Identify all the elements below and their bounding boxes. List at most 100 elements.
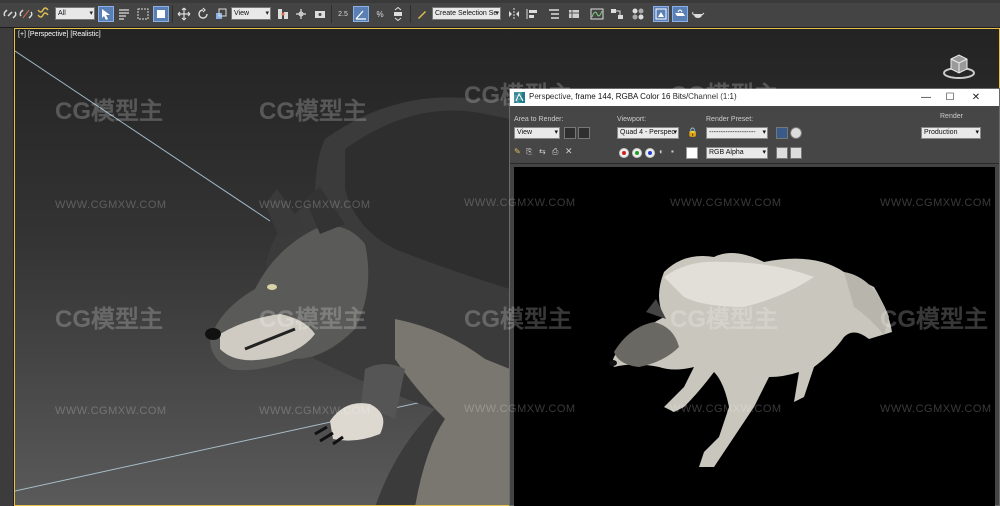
angle-snap-icon[interactable] bbox=[353, 6, 369, 22]
blue-channel-toggle[interactable] bbox=[645, 148, 655, 158]
render-preset-label: Render Preset: bbox=[706, 116, 754, 123]
lock-viewport-icon[interactable]: 🔒 bbox=[687, 127, 698, 138]
watermark-logo: CG模型主 bbox=[55, 306, 163, 333]
material-editor-icon[interactable] bbox=[630, 6, 646, 22]
watermark-logo: CG模型主 bbox=[670, 306, 778, 333]
watermark-url: WWW.CGMXW.COM bbox=[259, 405, 371, 417]
main-toolbar: All View 2.5 % Create Selection Se bbox=[0, 0, 1000, 28]
channel-display-dropdown[interactable]: RGB Alpha bbox=[706, 147, 768, 159]
render-teapot-icon[interactable] bbox=[690, 6, 706, 22]
color-swatch[interactable] bbox=[686, 147, 698, 159]
spinner-snap-icon[interactable] bbox=[390, 6, 406, 22]
curve-editor-icon[interactable] bbox=[589, 6, 605, 22]
edit-region-icon[interactable] bbox=[564, 127, 576, 139]
link-icon[interactable] bbox=[2, 6, 18, 22]
watermark-url: WWW.CGMXW.COM bbox=[259, 199, 371, 211]
render-output-canvas[interactable] bbox=[514, 167, 995, 506]
unlink-icon[interactable] bbox=[18, 6, 34, 22]
watermark-url: WWW.CGMXW.COM bbox=[464, 197, 576, 209]
auto-region-icon[interactable] bbox=[578, 127, 590, 139]
watermark-logo: CG模型主 bbox=[259, 98, 367, 125]
toggle-ui-overlay-icon[interactable] bbox=[776, 147, 788, 159]
maximize-icon[interactable]: ☐ bbox=[938, 90, 962, 105]
watermark-url: WWW.CGMXW.COM bbox=[670, 403, 782, 415]
viewport-dropdown[interactable]: Quad 4 - Perspec bbox=[617, 127, 679, 139]
watermark-logo: CG模型主 bbox=[464, 82, 572, 109]
toolbar-separator bbox=[410, 5, 411, 23]
print-image-icon[interactable]: ⎙ bbox=[552, 147, 558, 157]
select-by-name-icon[interactable] bbox=[116, 6, 132, 22]
watermark-url: WWW.CGMXW.COM bbox=[880, 197, 992, 209]
render-mode-dropdown[interactable]: Production bbox=[921, 127, 981, 139]
toggle-ui-icon[interactable] bbox=[790, 147, 802, 159]
environment-effects-icon[interactable] bbox=[790, 127, 802, 139]
rotate-icon[interactable] bbox=[195, 6, 211, 22]
named-selection-set-dropdown[interactable]: Create Selection Se bbox=[432, 7, 501, 20]
watermark-logo: CG模型主 bbox=[670, 82, 778, 109]
wolf-render-nose bbox=[609, 360, 617, 366]
toolbar-separator bbox=[172, 5, 173, 23]
viewcube[interactable] bbox=[941, 47, 977, 83]
watermark-url: WWW.CGMXW.COM bbox=[464, 403, 576, 415]
snap-label: 2.5 bbox=[338, 10, 348, 18]
watermark-logo: CG模型主 bbox=[880, 306, 988, 333]
wolf-eye bbox=[267, 284, 277, 290]
percent-snap-label: % bbox=[376, 9, 384, 19]
viewport-label[interactable]: [+] [Perspective] [Realistic] bbox=[18, 31, 101, 38]
select-manipulate-icon[interactable] bbox=[293, 6, 309, 22]
toolbar-separator bbox=[331, 5, 332, 23]
watermark-url: WWW.CGMXW.COM bbox=[670, 197, 782, 209]
render-setup-icon[interactable] bbox=[776, 127, 788, 139]
snap-toggle-button[interactable]: 2.5 bbox=[335, 6, 351, 22]
toggle-scene-explorer-icon[interactable] bbox=[546, 6, 562, 22]
render-production-icon[interactable] bbox=[672, 6, 688, 22]
viewport-view-menu[interactable]: [Perspective] bbox=[28, 31, 68, 38]
grid-line bbox=[15, 50, 271, 222]
minimize-icon[interactable]: — bbox=[914, 90, 938, 105]
save-image-icon[interactable]: ✎ bbox=[514, 147, 521, 156]
watermark-url: WWW.CGMXW.COM bbox=[55, 405, 167, 417]
select-object-icon[interactable] bbox=[98, 6, 114, 22]
align-icon[interactable] bbox=[524, 6, 540, 22]
bind-spacewarp-icon[interactable] bbox=[35, 6, 51, 22]
scale-icon[interactable] bbox=[213, 6, 229, 22]
render-button[interactable]: Render bbox=[940, 113, 963, 120]
clone-window-icon[interactable]: ⇆ bbox=[539, 147, 546, 156]
keyboard-shortcut-icon[interactable] bbox=[312, 6, 328, 22]
mono-toggle-icon[interactable]: ▪ bbox=[671, 147, 674, 156]
area-to-render-label: Area to Render: bbox=[514, 116, 564, 123]
viewport-shading-menu[interactable]: [Realistic] bbox=[70, 31, 100, 38]
viewport-label-text: Viewport: bbox=[617, 116, 647, 123]
pivot-center-icon[interactable] bbox=[275, 6, 291, 22]
rendered-frame-window[interactable]: Perspective, frame 144, RGBA Color 16 Bi… bbox=[464, 82, 1000, 506]
rendered-wolf-image bbox=[609, 253, 892, 467]
watermark-url: WWW.CGMXW.COM bbox=[55, 199, 167, 211]
green-channel-toggle[interactable] bbox=[632, 148, 642, 158]
window-crossing-icon[interactable] bbox=[153, 6, 169, 22]
clear-icon[interactable]: ✕ bbox=[565, 146, 573, 157]
layer-explorer-icon[interactable] bbox=[566, 6, 582, 22]
selection-filter-dropdown[interactable]: All bbox=[55, 7, 95, 20]
area-to-render-dropdown[interactable]: View bbox=[514, 127, 560, 139]
render-preset-dropdown[interactable]: -------------------- bbox=[706, 127, 768, 139]
watermark-logo: CG模型主 bbox=[464, 306, 572, 333]
rendered-frame-window-icon[interactable] bbox=[653, 6, 669, 22]
watermark-url: WWW.CGMXW.COM bbox=[880, 403, 992, 415]
mirror-icon[interactable] bbox=[506, 6, 522, 22]
close-icon[interactable]: ✕ bbox=[964, 90, 988, 105]
move-icon[interactable] bbox=[176, 6, 192, 22]
left-dock-strip bbox=[0, 28, 14, 506]
alpha-toggle-icon[interactable]: ◐ bbox=[659, 147, 664, 156]
rectangular-selection-icon[interactable] bbox=[135, 6, 151, 22]
percent-snap-button[interactable]: % bbox=[372, 6, 388, 22]
render-window-controls: Area to Render: View Viewport: Quad 4 - … bbox=[510, 106, 999, 164]
schematic-view-icon[interactable] bbox=[609, 6, 625, 22]
red-channel-toggle[interactable] bbox=[619, 148, 629, 158]
wolf-nose bbox=[205, 328, 221, 340]
menu-bar-remnant bbox=[0, 0, 1000, 3]
copy-image-icon[interactable]: ⎘ bbox=[526, 147, 532, 157]
viewport-plus-menu[interactable]: [+] bbox=[18, 31, 26, 38]
edit-named-selection-icon[interactable] bbox=[414, 6, 430, 22]
reference-coordinate-dropdown[interactable]: View bbox=[231, 7, 271, 20]
watermark-logo: CG模型主 bbox=[259, 306, 367, 333]
